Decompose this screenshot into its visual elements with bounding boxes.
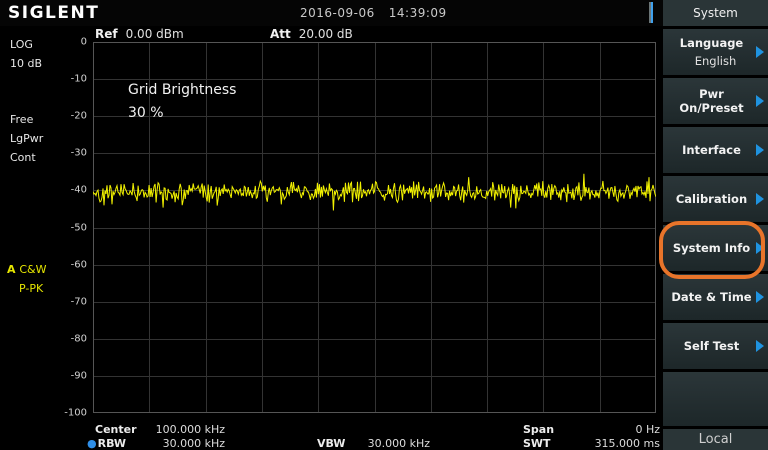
coupled-indicator-icon: ●: [87, 437, 97, 450]
swt-value: 315.000 ms: [555, 437, 660, 450]
softkey-calibration[interactable]: Calibration: [663, 176, 768, 222]
datetime-display: 2016-09-06 14:39:09: [300, 6, 447, 20]
local-status-indicator: Local: [663, 429, 768, 450]
usb-device-icon: [649, 3, 661, 21]
y-axis-label: 0: [81, 37, 87, 48]
softkey-pwr-on-preset[interactable]: Pwr On/Preset: [663, 78, 768, 124]
noise-trace: [93, 174, 656, 211]
brand-logo: SIGLENT: [8, 3, 99, 23]
y-axis-label: -10: [71, 74, 87, 85]
submenu-arrow-icon: [756, 95, 764, 107]
vbw-value: 30.000 kHz: [345, 437, 430, 450]
y-axis-label: -40: [71, 185, 87, 196]
span-label: Span: [523, 423, 554, 436]
y-axis-label: -50: [71, 222, 87, 233]
rbw-label: ●RBW: [87, 437, 126, 450]
trigger-label: Free: [10, 113, 33, 126]
spectrum-analyzer-screen: SIGLENT 2016-09-06 14:39:09 LOG 10 dB Fre…: [0, 0, 768, 450]
y-axis-label: -100: [64, 408, 87, 419]
detector-label: LgPwr: [10, 132, 43, 145]
y-axis-label: -60: [71, 259, 87, 270]
y-axis-label: -20: [71, 111, 87, 122]
submenu-arrow-icon: [756, 340, 764, 352]
vbw-label: VBW: [317, 437, 345, 450]
menu-title: System: [663, 0, 768, 26]
submenu-arrow-icon: [756, 46, 764, 58]
trace-detector-label: P-PK: [19, 282, 43, 295]
grid-brightness-annotation: Grid Brightness 30 %: [128, 79, 236, 125]
softkey-system-info[interactable]: System Info: [663, 225, 768, 271]
rbw-value: 30.000 kHz: [130, 437, 225, 450]
time-text: 14:39:09: [389, 6, 447, 20]
submenu-arrow-icon: [756, 144, 764, 156]
y-axis-label: -90: [71, 370, 87, 381]
submenu-arrow-icon: [756, 242, 764, 254]
date-text: 2016-09-06: [300, 6, 375, 20]
top-status-bar: SIGLENT 2016-09-06 14:39:09: [0, 0, 768, 26]
y-axis-label: -30: [71, 148, 87, 159]
softkey-menu-panel: System Language English Pwr On/Preset In…: [663, 0, 768, 450]
submenu-arrow-icon: [756, 193, 764, 205]
sweep-mode-label: Cont: [10, 151, 36, 164]
ref-level-readout: Ref0.00 dBm: [95, 27, 184, 41]
softkey-language[interactable]: Language English: [663, 29, 768, 75]
swt-label: SWT: [523, 437, 551, 450]
y-axis-label: -80: [71, 333, 87, 344]
attenuation-readout: Att20.00 dB: [270, 27, 353, 41]
y-axis-label: -70: [71, 296, 87, 307]
scale-div-label: 10 dB: [10, 57, 42, 70]
scale-type-label: LOG: [10, 38, 33, 51]
language-current-value: English: [695, 54, 737, 68]
softkey-interface[interactable]: Interface: [663, 127, 768, 173]
softkey-blank: [663, 372, 768, 426]
y-axis-labels: 0-10-20-30-40-50-60-70-80-90-100: [58, 42, 90, 413]
softkey-date-time[interactable]: Date & Time: [663, 274, 768, 320]
softkey-self-test[interactable]: Self Test: [663, 323, 768, 369]
submenu-arrow-icon: [756, 291, 764, 303]
center-freq-value: 100.000 kHz: [130, 423, 225, 436]
trace-id-label: A C&W: [7, 263, 47, 276]
span-value: 0 Hz: [555, 423, 660, 436]
